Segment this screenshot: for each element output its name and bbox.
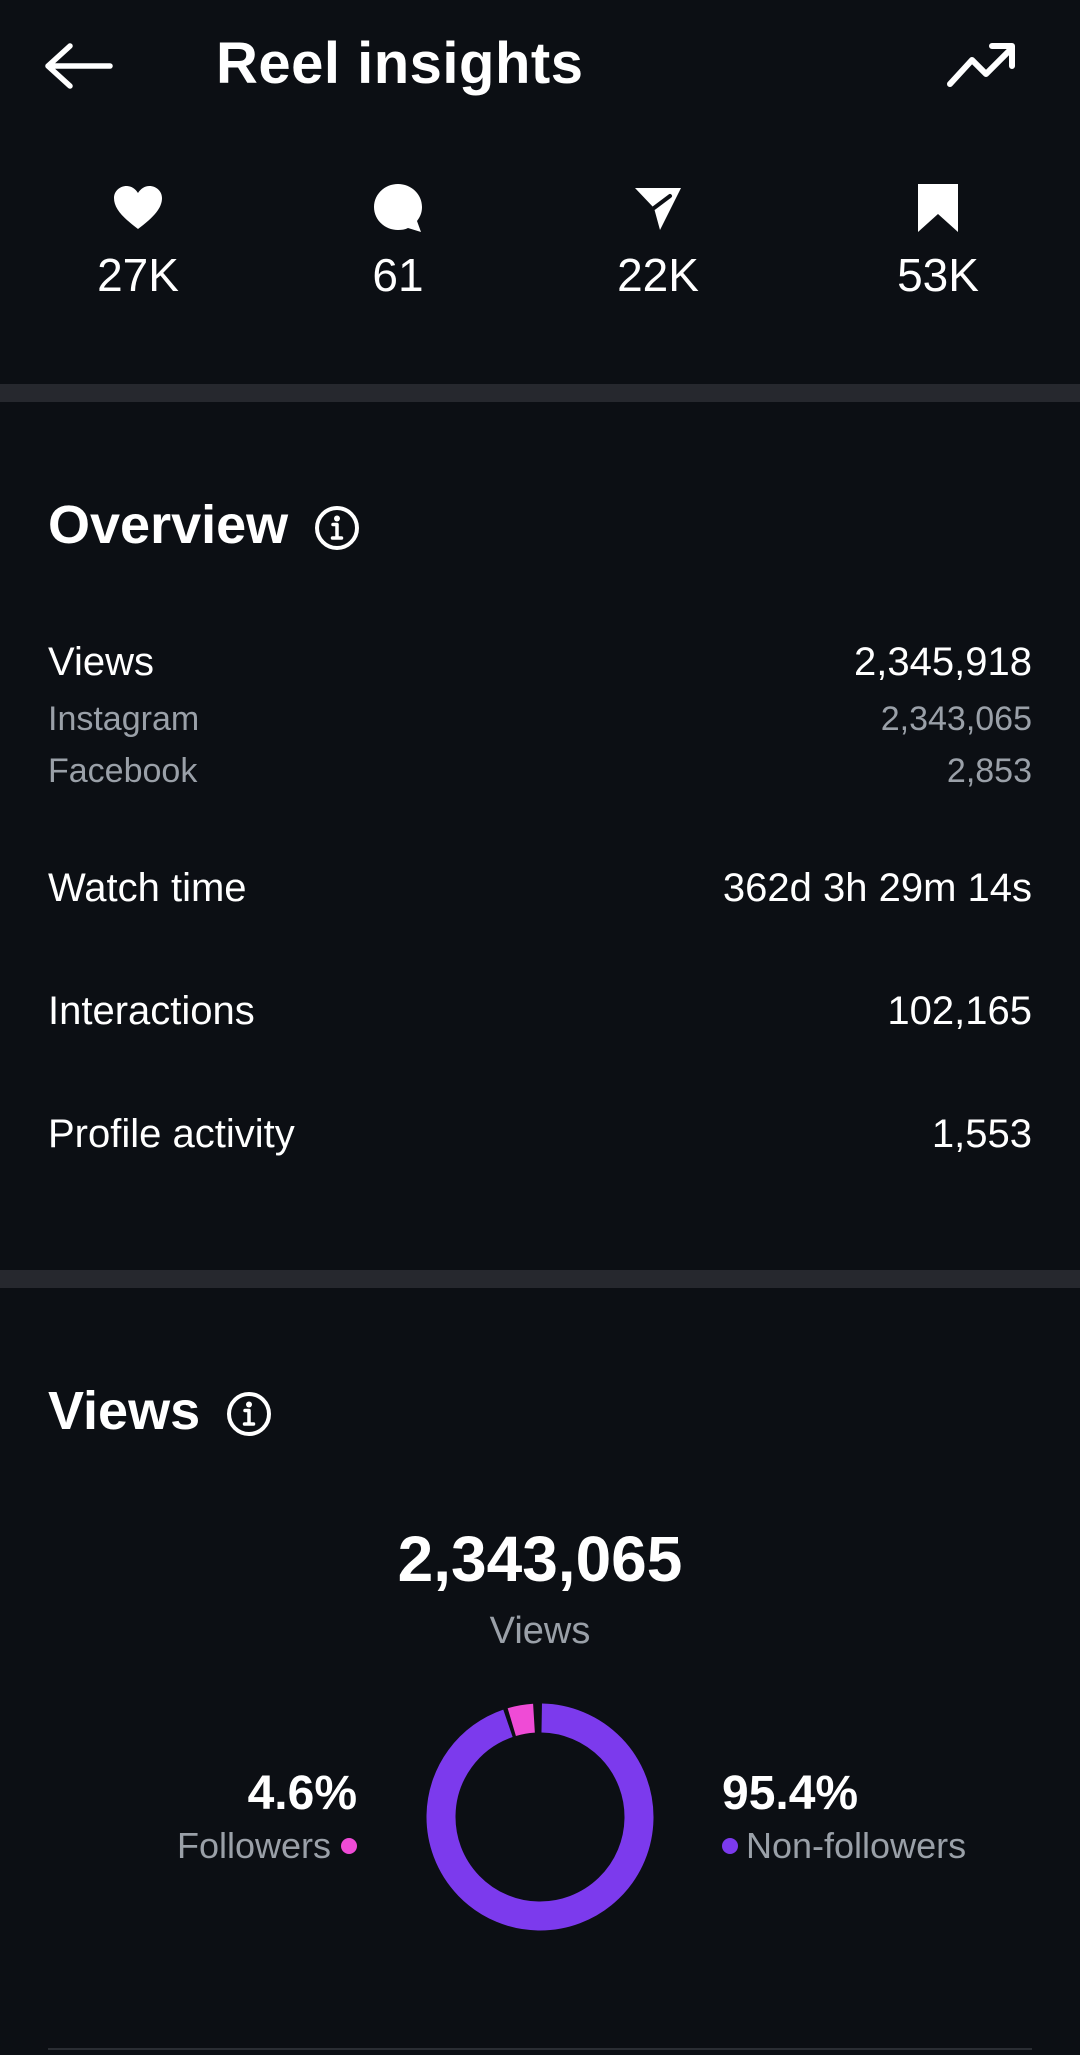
saves-count: 53K bbox=[897, 249, 979, 301]
followers-legend: 4.6% Followers bbox=[177, 1766, 357, 1867]
trending-up-icon bbox=[947, 43, 1015, 87]
arrow-left-icon bbox=[45, 43, 113, 89]
interactions-row[interactable]: Interactions 102,165 bbox=[48, 989, 1032, 1034]
shares-count: 22K bbox=[617, 249, 699, 301]
views-value: 2,345,918 bbox=[854, 640, 1032, 684]
instagram-row: Instagram 2,343,065 bbox=[48, 700, 1032, 739]
watch-time-value: 362d 3h 29m 14s bbox=[722, 866, 1032, 910]
non-followers-percent: 95.4% bbox=[722, 1767, 859, 1820]
heart-icon bbox=[114, 186, 162, 229]
share-icon bbox=[635, 188, 681, 230]
views-section-title: Views bbox=[48, 1381, 201, 1441]
non-followers-dot bbox=[722, 1838, 738, 1854]
page-title: Reel insights bbox=[216, 31, 584, 96]
profile-activity-row[interactable]: Profile activity 1,553 bbox=[48, 1112, 1032, 1157]
followers-percent: 4.6% bbox=[247, 1767, 357, 1820]
interactions-label: Interactions bbox=[48, 989, 255, 1033]
non-followers-label: Non-followers bbox=[746, 1825, 967, 1866]
overview-heading: Overview bbox=[48, 494, 360, 556]
overview-title: Overview bbox=[48, 495, 289, 555]
info-icon[interactable] bbox=[226, 1388, 272, 1436]
trend-button[interactable] bbox=[946, 34, 1022, 98]
non-followers-legend: 95.4% Non-followers bbox=[722, 1766, 966, 1867]
instagram-label: Instagram bbox=[48, 700, 200, 738]
views-total-label: Views bbox=[489, 1610, 591, 1652]
likes-count: 27K bbox=[97, 249, 179, 301]
back-button[interactable] bbox=[44, 34, 120, 98]
facebook-value: 2,853 bbox=[946, 752, 1032, 790]
followers-dot bbox=[341, 1838, 357, 1854]
views-row[interactable]: Views 2,345,918 bbox=[48, 640, 1032, 685]
comments-stat: 61 bbox=[298, 180, 498, 302]
interactions-value: 102,165 bbox=[887, 989, 1032, 1033]
comment-icon bbox=[374, 184, 422, 232]
non-followers-segment bbox=[426, 1703, 654, 1931]
section-divider bbox=[0, 384, 1080, 402]
likes-stat: 27K bbox=[38, 180, 238, 302]
comments-count: 61 bbox=[372, 249, 424, 301]
profile-activity-label: Profile activity bbox=[48, 1112, 295, 1156]
section-divider bbox=[0, 1270, 1080, 1288]
bookmark-icon bbox=[918, 184, 958, 232]
watch-time-row[interactable]: Watch time 362d 3h 29m 14s bbox=[48, 866, 1032, 911]
info-icon[interactable] bbox=[314, 502, 360, 550]
instagram-value: 2,343,065 bbox=[880, 700, 1032, 738]
facebook-label: Facebook bbox=[48, 752, 198, 790]
shares-stat: 22K bbox=[558, 180, 758, 302]
engagement-stats: 27K 61 22K 53K bbox=[0, 180, 1080, 310]
views-heading: Views bbox=[48, 1380, 272, 1442]
watch-time-label: Watch time bbox=[48, 866, 247, 910]
followers-label: Followers bbox=[176, 1825, 331, 1866]
facebook-row: Facebook 2,853 bbox=[48, 752, 1032, 791]
views-total: 2,343,065 bbox=[397, 1523, 683, 1595]
profile-activity-value: 1,553 bbox=[931, 1112, 1032, 1156]
views-donut-chart bbox=[426, 1703, 654, 1931]
bottom-divider bbox=[48, 2048, 1032, 2050]
views-label: Views bbox=[48, 640, 154, 684]
header: Reel insights bbox=[0, 0, 1080, 130]
saves-stat: 53K bbox=[838, 180, 1038, 302]
